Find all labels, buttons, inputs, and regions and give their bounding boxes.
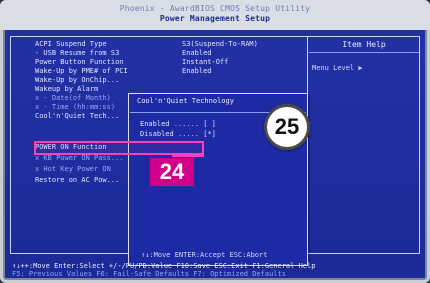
footer-line-1: ↑↓++:Move Enter:Select +/-/PU/PD:Value F… xyxy=(12,262,316,270)
setting-time: x - Time (hh:mm:ss) xyxy=(35,103,116,111)
popup-option-enabled-marker: [ ] xyxy=(203,120,216,128)
item-help-title: Item Help xyxy=(342,40,386,49)
callout-24-badge: 24 xyxy=(150,158,194,186)
callout-25-badge: 25 xyxy=(264,104,310,150)
setting-restore-on-ac-power[interactable]: Restore on AC Pow... xyxy=(35,176,119,185)
popup-option-disabled-marker: [*] xyxy=(203,130,216,138)
bios-footer: ↑↓++:Move Enter:Select +/-/PU/PD:Value F… xyxy=(12,262,422,280)
popup-option-disabled-dots: ..... xyxy=(177,130,200,138)
popup-option-disabled-label: Disabled xyxy=(140,130,174,138)
setting-hot-key-power-on: x Hot Key Power ON xyxy=(35,165,111,173)
setting-date-of-month: x - Date(of Month) xyxy=(35,94,111,102)
setting-wake-up-onchip[interactable]: Wake-Up by OnChip... xyxy=(35,76,119,85)
bios-screen: Phoenix - AwardBIOS CMOS Setup Utility P… xyxy=(0,0,430,283)
setting-cool-n-quiet[interactable]: Cool'n'Quiet Tech... xyxy=(35,112,119,121)
bios-header: Phoenix - AwardBIOS CMOS Setup Utility P… xyxy=(0,0,430,30)
menu-level-marker: ▶ xyxy=(358,64,363,72)
value-power-button-function[interactable]: Instant-Off xyxy=(182,58,228,67)
popup-hint: ↑↓:Move ENTER:Accept ESC:Abort xyxy=(141,251,268,259)
setting-wake-up-pme-pci[interactable]: Wake-Up by PME# of PCI xyxy=(35,67,128,76)
popup-option-enabled-dots: ...... xyxy=(173,120,200,128)
popup-option-disabled[interactable]: Disabled ..... [*] xyxy=(140,130,216,138)
bios-title: Phoenix - AwardBIOS CMOS Setup Utility xyxy=(119,4,311,13)
value-wake-up-pme-pci[interactable]: Enabled xyxy=(182,67,212,76)
popup-option-enabled-label: Enabled xyxy=(140,120,170,128)
setting-power-button-function[interactable]: Power Button Function xyxy=(35,58,124,67)
popup-title: Cool'n'Quiet Technology xyxy=(137,97,234,105)
annotation-highlight-tail xyxy=(172,154,204,157)
value-acpi-suspend-type[interactable]: S3(Suspend-To-RAM) xyxy=(182,40,258,49)
item-help-separator xyxy=(309,52,419,53)
setting-acpi-suspend-type[interactable]: ACPI Suspend Type xyxy=(35,40,107,49)
popup-option-enabled[interactable]: Enabled ...... [ ] xyxy=(140,120,216,128)
menu-level-label: Menu Level xyxy=(312,64,355,72)
menu-level: Menu Level ▶ xyxy=(312,64,363,72)
setting-usb-resume-s3[interactable]: - USB Resume from S3 xyxy=(35,49,119,58)
annotation-highlight-power-on xyxy=(34,141,204,155)
bios-subtitle: Power Management Setup xyxy=(159,14,271,23)
footer-line-2: F5: Previous Values F6: Fail-Safe Defaul… xyxy=(12,270,286,278)
setting-wakeup-alarm[interactable]: Wakeup by Alarm xyxy=(35,85,98,94)
setting-kb-power-on-pass: x KB Power ON Pass... xyxy=(35,154,124,162)
value-usb-resume-s3[interactable]: Enabled xyxy=(182,49,212,58)
